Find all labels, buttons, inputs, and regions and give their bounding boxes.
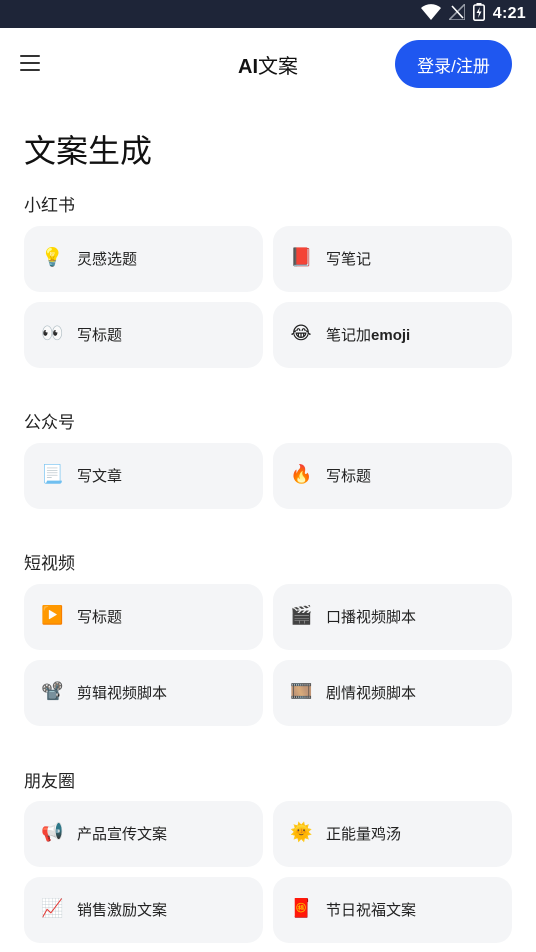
- card-label: 写标题: [77, 609, 123, 626]
- lightbulb-icon: 💡: [41, 247, 64, 268]
- status-icons: 4:21: [420, 0, 526, 28]
- section-label-moments: 朋友圈: [24, 772, 75, 791]
- card-write-article[interactable]: 📃 写文章: [24, 443, 263, 509]
- film-frames-icon: 🎞️: [290, 681, 313, 702]
- document-icon: 📃: [41, 464, 64, 485]
- wifi-icon: [420, 3, 441, 25]
- card-label: 剪辑视频脚本: [77, 685, 168, 702]
- status-bar: 4:21: [0, 0, 536, 28]
- card-write-title-xhs[interactable]: 👀 写标题: [24, 302, 263, 368]
- fire-icon: 🔥: [290, 464, 313, 485]
- card-label: 产品宣传文案: [77, 826, 168, 843]
- film-projector-icon: 📽️: [41, 681, 64, 702]
- status-time: 4:21: [492, 5, 526, 22]
- card-holiday-greeting-copy[interactable]: 🧧 节日祝福文案: [273, 877, 512, 943]
- card-label: 写文章: [77, 468, 123, 485]
- card-sales-motivation-copy[interactable]: 📈 销售激励文案: [24, 877, 263, 943]
- section-label-official-account: 公众号: [24, 413, 75, 432]
- card-note-add-emoji[interactable]: 😂 笔记加emoji: [273, 302, 512, 368]
- app-title-suffix: 文案: [258, 56, 298, 78]
- card-write-title-video[interactable]: ▶️ 写标题: [24, 584, 263, 650]
- clapper-board-icon: 🎬: [290, 605, 313, 626]
- chart-increasing-icon: 📈: [41, 898, 64, 919]
- card-voiceover-video-script[interactable]: 🎬 口播视频脚本: [273, 584, 512, 650]
- card-label-emoji: emoji: [371, 327, 411, 344]
- section-label-xiaohongshu: 小红书: [24, 196, 75, 215]
- loudspeaker-icon: 📢: [41, 822, 64, 843]
- card-plot-video-script[interactable]: 🎞️ 剧情视频脚本: [273, 660, 512, 726]
- app-title-prefix: AI: [238, 56, 258, 78]
- card-editing-video-script[interactable]: 📽️ 剪辑视频脚本: [24, 660, 263, 726]
- laughing-face-icon: 😂: [290, 323, 312, 344]
- eyes-icon: 👀: [41, 323, 64, 344]
- card-label: 口播视频脚本: [326, 609, 417, 626]
- card-label: 笔记加emoji: [326, 324, 410, 345]
- sun-face-icon: 🌞: [290, 822, 313, 843]
- card-label: 写笔记: [326, 251, 372, 268]
- card-label: 灵感选题: [77, 251, 138, 268]
- card-inspiration-topics[interactable]: 💡 灵感选题: [24, 226, 263, 292]
- card-label: 写标题: [326, 468, 372, 485]
- section-label-short-video: 短视频: [24, 554, 75, 573]
- battery-charging-icon: [472, 2, 485, 26]
- red-envelope-icon: 🧧: [290, 898, 313, 919]
- card-label: 正能量鸡汤: [326, 826, 402, 843]
- card-positive-energy-quotes[interactable]: 🌞 正能量鸡汤: [273, 801, 512, 867]
- login-register-button[interactable]: 登录/注册: [395, 40, 512, 88]
- card-label: 剧情视频脚本: [326, 685, 417, 702]
- card-write-note[interactable]: 📕 写笔记: [273, 226, 512, 292]
- page-title: 文案生成: [24, 133, 153, 169]
- card-write-title-oa[interactable]: 🔥 写标题: [273, 443, 512, 509]
- card-label: 销售激励文案: [77, 902, 168, 919]
- card-product-promo-copy[interactable]: 📢 产品宣传文案: [24, 801, 263, 867]
- play-button-icon: ▶️: [41, 605, 64, 626]
- no-signal-icon: [446, 1, 466, 25]
- card-label-main: 笔记加: [326, 327, 372, 344]
- app-bar: AI文案 登录/注册: [0, 28, 536, 100]
- red-book-icon: 📕: [290, 247, 313, 268]
- card-label: 写标题: [77, 327, 123, 344]
- card-label: 节日祝福文案: [326, 902, 417, 919]
